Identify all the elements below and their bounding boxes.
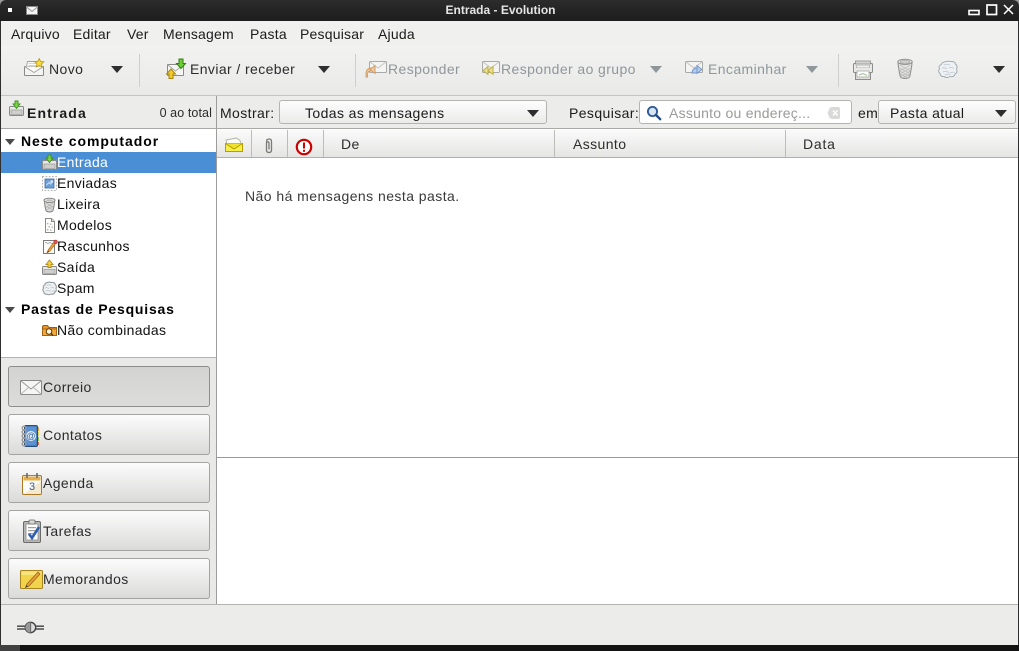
svg-text:3: 3 bbox=[29, 481, 35, 493]
svg-text:@: @ bbox=[26, 431, 35, 441]
